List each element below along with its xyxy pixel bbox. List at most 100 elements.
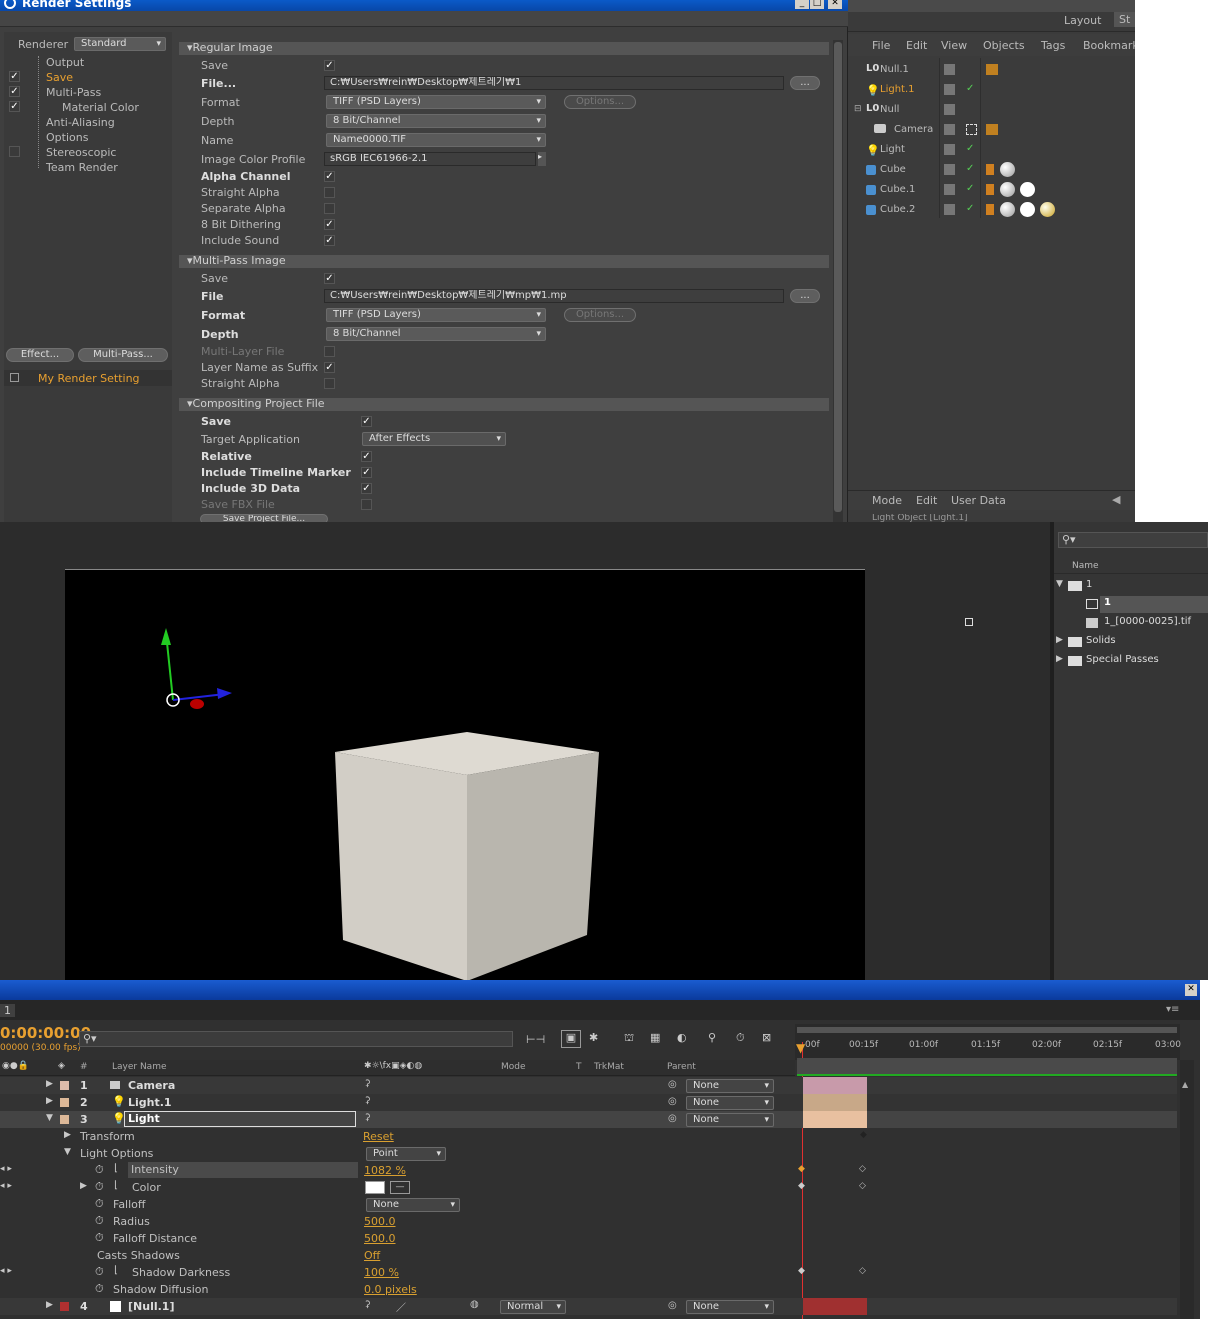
stopwatch-icon[interactable]: ⏱: [95, 1231, 104, 1245]
relative-check[interactable]: ✓: [361, 451, 372, 462]
collapse-arrow-icon[interactable]: ▼: [46, 1113, 53, 1123]
label-color-swatch[interactable]: [60, 1081, 69, 1090]
scrollbar-thumb[interactable]: [834, 42, 842, 512]
layer-name[interactable]: Light: [124, 1111, 356, 1127]
eyedropper-icon[interactable]: —: [390, 1181, 410, 1194]
name-column-header[interactable]: Name: [1072, 561, 1099, 571]
comp-mini-flowchart-icon[interactable]: ⊢⊣: [526, 1033, 545, 1046]
project-row[interactable]: ▶ Special Passes: [1054, 653, 1208, 670]
tree-save[interactable]: Save: [46, 71, 73, 84]
work-area-bar[interactable]: [797, 1027, 1177, 1033]
comp-save-check[interactable]: ✓: [361, 416, 372, 427]
timeline-scrollbar[interactable]: ▲: [1180, 1060, 1194, 1319]
hide-shy-icon[interactable]: ✱: [589, 1031, 598, 1044]
parent-pickwhip-icon[interactable]: ◎: [668, 1113, 677, 1124]
layer-row[interactable]: ▶ 2 💡 Light.1 ⚳ ◎ None: [0, 1094, 1177, 1111]
multipass-button[interactable]: Multi-Pass...: [78, 348, 168, 362]
fbx-check[interactable]: [361, 499, 372, 510]
parent-select[interactable]: None: [686, 1079, 774, 1093]
mp-options-button[interactable]: Options...: [564, 308, 636, 322]
falloff-distance-value[interactable]: 500.0: [364, 1232, 396, 1245]
mp-browse-button[interactable]: ...: [790, 289, 820, 303]
menu-bookmark[interactable]: Bookmark: [1083, 39, 1139, 52]
alpha-channel-check[interactable]: ✓: [324, 171, 335, 182]
stopwatch-icon[interactable]: ⏱: [95, 1214, 104, 1228]
timeline-marker-check[interactable]: ✓: [361, 467, 372, 478]
layer-duration-bar[interactable]: [803, 1111, 867, 1128]
tree-options[interactable]: Options: [46, 131, 88, 144]
stopwatch-active-icon[interactable]: ⏱: [95, 1180, 104, 1194]
object-row[interactable]: Camera: [854, 122, 1129, 140]
layer-row[interactable]: ▶ 1 Camera ⚳ ◎ None: [0, 1077, 1177, 1094]
radius-value[interactable]: 500.0: [364, 1215, 396, 1228]
stopwatch-active-icon[interactable]: ⏱: [95, 1265, 104, 1279]
property-row[interactable]: ⏱ Falloff None: [0, 1196, 1177, 1213]
mp-format-select[interactable]: TIFF (PSD Layers): [326, 308, 546, 322]
expand-arrow-icon[interactable]: ▼: [1056, 579, 1063, 589]
stopwatch-icon[interactable]: ⏱: [736, 1031, 745, 1045]
material-enabled-check[interactable]: ✓: [9, 101, 20, 112]
target-app-select[interactable]: After Effects: [362, 432, 506, 446]
multilayer-check[interactable]: [324, 346, 335, 357]
blend-mode-select[interactable]: Normal: [500, 1300, 566, 1314]
parent-pickwhip-icon[interactable]: ◎: [668, 1300, 677, 1311]
multipass-header[interactable]: ▾Multi-Pass Image: [179, 255, 829, 268]
render-settings-titlebar[interactable]: Render Settings _ □ ✕: [0, 0, 848, 11]
close-button[interactable]: ✕: [828, 0, 842, 9]
regular-profile-field[interactable]: sRGB IEC61966-2.1: [324, 152, 536, 166]
graph-editor-icon[interactable]: ⊠: [762, 1031, 771, 1044]
back-arrow-icon[interactable]: ◀: [1112, 493, 1120, 506]
auto-keyframe-icon[interactable]: ⚲: [708, 1031, 716, 1044]
object-row[interactable]: ⊟ L0 Null: [854, 102, 1129, 120]
compositing-header[interactable]: ▾Compositing Project File: [179, 398, 829, 411]
keyframe-icon[interactable]: ◆: [798, 1164, 805, 1174]
intensity-value[interactable]: 1082 %: [364, 1164, 406, 1177]
label-color-swatch[interactable]: [60, 1098, 69, 1107]
object-row[interactable]: Cube ✓: [854, 162, 1129, 180]
mp-file-field[interactable]: C:₩Users₩rein₩Desktop₩제트레기₩mp₩1.mp: [324, 289, 784, 303]
time-ruler[interactable]: 00f 00:15f 01:00f 01:15f 02:00f 02:15f 0…: [795, 1024, 1181, 1060]
mp-save-check[interactable]: ✓: [324, 273, 335, 284]
regular-options-button[interactable]: Options...: [564, 95, 636, 109]
tree-team-render[interactable]: Team Render: [46, 161, 118, 174]
mp-depth-select[interactable]: 8 Bit/Channel: [326, 327, 546, 341]
regular-save-check[interactable]: ✓: [324, 60, 335, 71]
layout-label[interactable]: Layout: [1064, 14, 1101, 27]
brainstorm-icon[interactable]: ◐: [677, 1031, 687, 1044]
playhead-icon[interactable]: ▼: [796, 1041, 805, 1055]
regular-format-select[interactable]: TIFF (PSD Layers): [326, 95, 546, 109]
tree-stereoscopic[interactable]: Stereoscopic: [46, 146, 116, 159]
tree-material-color[interactable]: Material Color: [62, 101, 139, 114]
close-icon[interactable]: ✕: [1185, 984, 1197, 996]
keyframe-nav-icon[interactable]: ◂ ▸: [0, 1181, 12, 1191]
regular-image-header[interactable]: ▾Regular Image: [179, 42, 829, 55]
property-row[interactable]: ◂ ▸ ⏱ ⌊ Shadow Darkness 100 % ◆ ◇: [0, 1264, 1177, 1281]
property-row[interactable]: ▼ Light Options Point: [0, 1145, 1177, 1162]
save-enabled-check[interactable]: ✓: [9, 71, 20, 82]
separate-alpha-check[interactable]: [324, 203, 335, 214]
regular-file-field[interactable]: C:₩Users₩rein₩Desktop₩제트레기₩1: [324, 76, 784, 90]
dithering-check[interactable]: ✓: [324, 219, 335, 230]
property-row[interactable]: ⏱ Radius 500.0: [0, 1213, 1177, 1230]
shadow-darkness-value[interactable]: 100 %: [364, 1266, 399, 1279]
expand-arrow-icon[interactable]: ▶: [46, 1079, 53, 1089]
keyframe-icon[interactable]: ◆: [798, 1181, 805, 1191]
collapse-arrow-icon[interactable]: ▶: [1056, 654, 1063, 664]
keyframe-icon[interactable]: ◆: [798, 1266, 805, 1276]
property-row[interactable]: ⏱ Falloff Distance 500.0: [0, 1230, 1177, 1247]
expand-arrow-icon[interactable]: ▶: [46, 1096, 53, 1106]
label-color-swatch[interactable]: [60, 1115, 69, 1124]
include-sound-check[interactable]: ✓: [324, 235, 335, 246]
layer-name-header[interactable]: Layer Name: [112, 1062, 167, 1072]
project-row[interactable]: ▶ Solids: [1054, 634, 1208, 651]
stopwatch-icon[interactable]: ⏱: [95, 1282, 104, 1296]
expand-icon[interactable]: ⊟: [854, 104, 862, 114]
tree-output[interactable]: Output: [46, 56, 84, 69]
menu-view[interactable]: View: [941, 39, 967, 52]
comp-tab[interactable]: 1: [0, 1004, 15, 1017]
stereo-enabled-check[interactable]: [9, 146, 20, 157]
project-row[interactable]: ▼ 1: [1054, 578, 1208, 595]
menu-edit[interactable]: Edit: [906, 39, 927, 52]
expand-arrow-icon[interactable]: ▶: [46, 1300, 53, 1310]
menu-tags[interactable]: Tags: [1041, 39, 1065, 52]
